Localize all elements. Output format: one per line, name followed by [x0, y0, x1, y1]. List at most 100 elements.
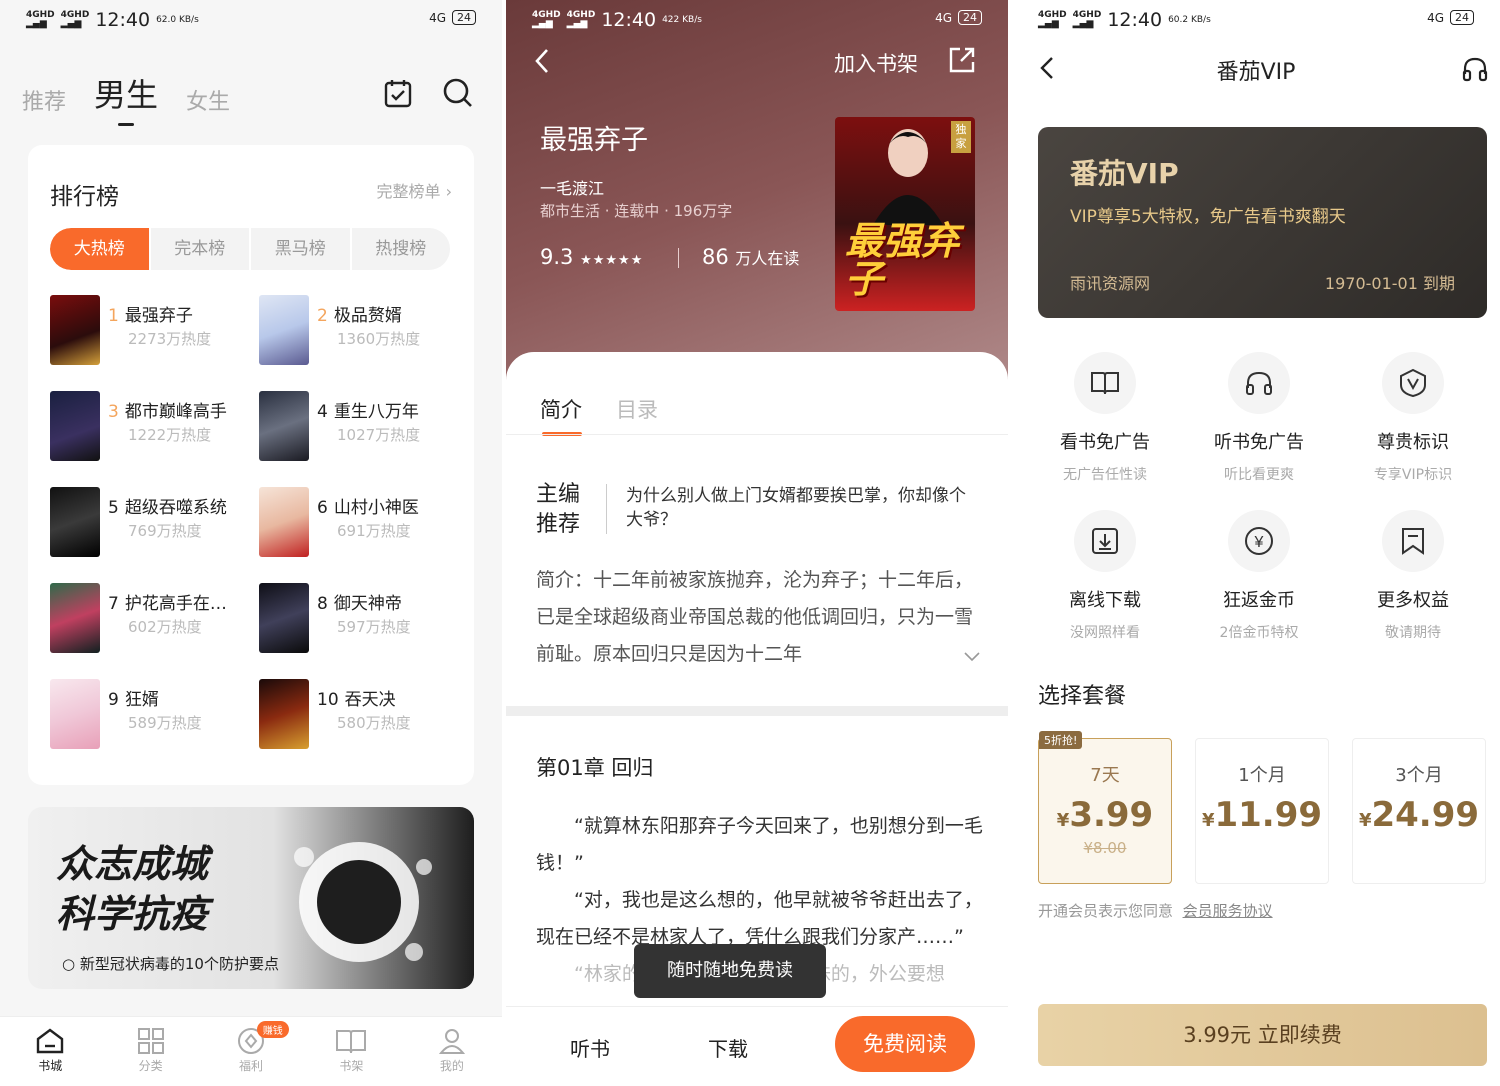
segment-search[interactable]: 热搜榜 [352, 228, 451, 270]
book-heat: 589万热度 [128, 714, 202, 732]
ranking-item[interactable]: 8 御天神帝 597万热度 [259, 583, 459, 658]
grid-icon [137, 1028, 164, 1054]
network-type: 4G [429, 10, 446, 25]
rank-number: 5 [108, 498, 119, 518]
perk-name: 尊贵标识 [1377, 432, 1449, 453]
banner-line1: 众志成城 [56, 841, 209, 886]
segment-darkhorse[interactable]: 黑马榜 [251, 228, 352, 270]
ranking-item[interactable]: 10 吞天决 580万热度 [259, 679, 459, 754]
cover-figure [873, 129, 943, 225]
book-heat: 769万热度 [128, 522, 202, 540]
listen-button[interactable]: 听书 [570, 1033, 610, 1062]
book-icon [1074, 352, 1136, 414]
ranking-item[interactable]: 1 最强弃子 2273万热度 [50, 295, 250, 370]
exclusive-tag: 独家 [951, 121, 971, 153]
bookmark-icon [1382, 510, 1444, 572]
agreement-text: 开通会员表示您同意 会员服务协议 [1038, 900, 1273, 921]
section-divider [506, 706, 1008, 716]
plan-7day[interactable]: 5折抢! 7天 ¥3.99 ¥8.00 [1038, 731, 1172, 884]
tab-catalog[interactable]: 目录 [616, 394, 658, 424]
free-read-button[interactable]: 免费阅读 [835, 1016, 975, 1072]
tab-intro[interactable]: 简介 [540, 394, 582, 436]
book-title: 最强弃子 [540, 125, 648, 156]
ranking-item[interactable]: 3 都市巅峰高手 1222万热度 [50, 391, 250, 466]
service-agreement-link[interactable]: 会员服务协议 [1183, 902, 1273, 920]
signal-icon: 4GHD ▂▄▆ [1072, 10, 1102, 29]
ranking-item[interactable]: 5 超级吞噬系统 769万热度 [50, 487, 250, 562]
tab-recommend[interactable]: 推荐 [22, 84, 66, 116]
banner-subtitle: 新型冠状病毒的10个防护要点 [79, 955, 279, 973]
book-cover[interactable]: 独家 最强弃子 [835, 117, 975, 311]
perk-desc: 无广告任性读 [1063, 467, 1147, 483]
calendar-icon[interactable] [384, 78, 412, 108]
download-button[interactable]: 下载 [708, 1033, 748, 1062]
add-to-shelf-button[interactable]: 加入书架 [834, 48, 918, 78]
segment-hot[interactable]: 大热榜 [50, 228, 151, 270]
book-name: 护花高手在… [124, 594, 227, 614]
tab-bookstore[interactable]: 书城 [0, 1017, 100, 1086]
chevron-down-icon[interactable] [964, 652, 980, 662]
vip-card-title: 番茄VIP [1070, 157, 1179, 190]
tab-label: 福利 [239, 1059, 264, 1073]
promo-banner[interactable]: 众志成城 科学抗疫 ○ 新型冠状病毒的10个防护要点 [28, 807, 474, 989]
book-name: 吞天决 [344, 690, 396, 710]
bottom-action-bar: 听书 下载 免费阅读 [506, 1006, 1008, 1086]
perk-item: 离线下载 没网照样看 [1030, 510, 1180, 642]
tab-category[interactable]: 分类 [100, 1017, 200, 1086]
editor-recommend-label: 主编推荐 [536, 482, 581, 537]
ranking-item[interactable]: 4 重生八万年 1027万热度 [259, 391, 459, 466]
battery-icon: 24 [452, 10, 476, 25]
rank-number: 10 [317, 690, 339, 710]
ranking-item[interactable]: 7 护花高手在… 602万热度 [50, 583, 250, 658]
rank-number: 7 [108, 594, 119, 614]
perk-name: 听书免广告 [1214, 432, 1304, 453]
channel-tabs: 推荐 男生 女生 [22, 70, 230, 126]
tab-male[interactable]: 男生 [94, 70, 158, 126]
ranking-item[interactable]: 9 狂婿 589万热度 [50, 679, 250, 754]
search-icon[interactable] [443, 78, 473, 108]
book-header: 4GHD ▂▄▆ 4GHD ▂▄▆ 12:40 422 KB/s 4G 24 加入书架 … [506, 0, 1008, 390]
signal-icon: 4GHD ▂▄▆ [566, 10, 596, 29]
plan-term: 3个月 [1395, 765, 1443, 786]
book-heat: 691万热度 [337, 522, 411, 540]
book-cover [50, 487, 100, 557]
perk-desc: 没网照样看 [1070, 625, 1140, 641]
share-icon[interactable] [948, 46, 976, 74]
page-title: 番茄VIP [1216, 60, 1296, 85]
book-cover [259, 295, 309, 365]
tab-shelf[interactable]: 书架 [301, 1017, 401, 1086]
ranking-item[interactable]: 6 山村小神医 691万热度 [259, 487, 459, 562]
user-icon [438, 1029, 465, 1054]
currency-symbol: ¥ [1201, 810, 1215, 831]
book-name: 最强弃子 [124, 306, 193, 326]
divider [606, 484, 607, 534]
book-heat: 1360万热度 [337, 330, 421, 348]
divider [506, 434, 1008, 435]
rank-number: 4 [317, 402, 328, 422]
reader-unit: 万人在读 [735, 249, 800, 268]
status-bar: 4GHD ▂▄▆ 4GHD ▂▄▆ 12:40 422 KB/s 4G 24 [506, 0, 1008, 40]
perk-item: 听书免广告 听比看更爽 [1184, 352, 1334, 484]
full-ranking-link[interactable]: 完整榜单 › [377, 178, 453, 202]
book-name: 都市巅峰高手 [124, 402, 227, 422]
vip-screen: 4GHD ▂▄▆ 4GHD ▂▄▆ 12:40 60.2 KB/s 4G 24 番茄VI… [1012, 0, 1500, 1086]
reader-count: 86 [702, 245, 729, 269]
svg-text:¥: ¥ [1254, 534, 1264, 551]
network-speed: 62.0 KB/s [156, 14, 199, 25]
back-icon[interactable] [534, 48, 550, 74]
rank-number: 6 [317, 498, 328, 518]
tab-welfare[interactable]: 赚钱 福利 [201, 1017, 301, 1086]
book-author[interactable]: 一毛渡江 [540, 175, 604, 199]
book-cover [50, 583, 100, 653]
tab-mine[interactable]: 我的 [402, 1017, 502, 1086]
book-heat: 602万热度 [128, 618, 202, 636]
plan-3month[interactable]: 3个月 ¥24.99 [1352, 738, 1486, 884]
segment-finished[interactable]: 完本榜 [151, 228, 251, 270]
rank-number: 3 [108, 402, 119, 422]
vip-card: 番茄VIP VIP尊享5大特权，免广告看书爽翻天 雨讯资源网 1970-01-0… [1038, 127, 1487, 318]
renew-button[interactable]: 3.99元 立即续费 [1038, 1004, 1487, 1066]
tab-female[interactable]: 女生 [186, 84, 230, 116]
headphones-icon[interactable] [1462, 56, 1488, 82]
ranking-item[interactable]: 2 极品赘婿 1360万热度 [259, 295, 459, 370]
plan-1month[interactable]: 1个月 ¥11.99 [1195, 738, 1329, 884]
